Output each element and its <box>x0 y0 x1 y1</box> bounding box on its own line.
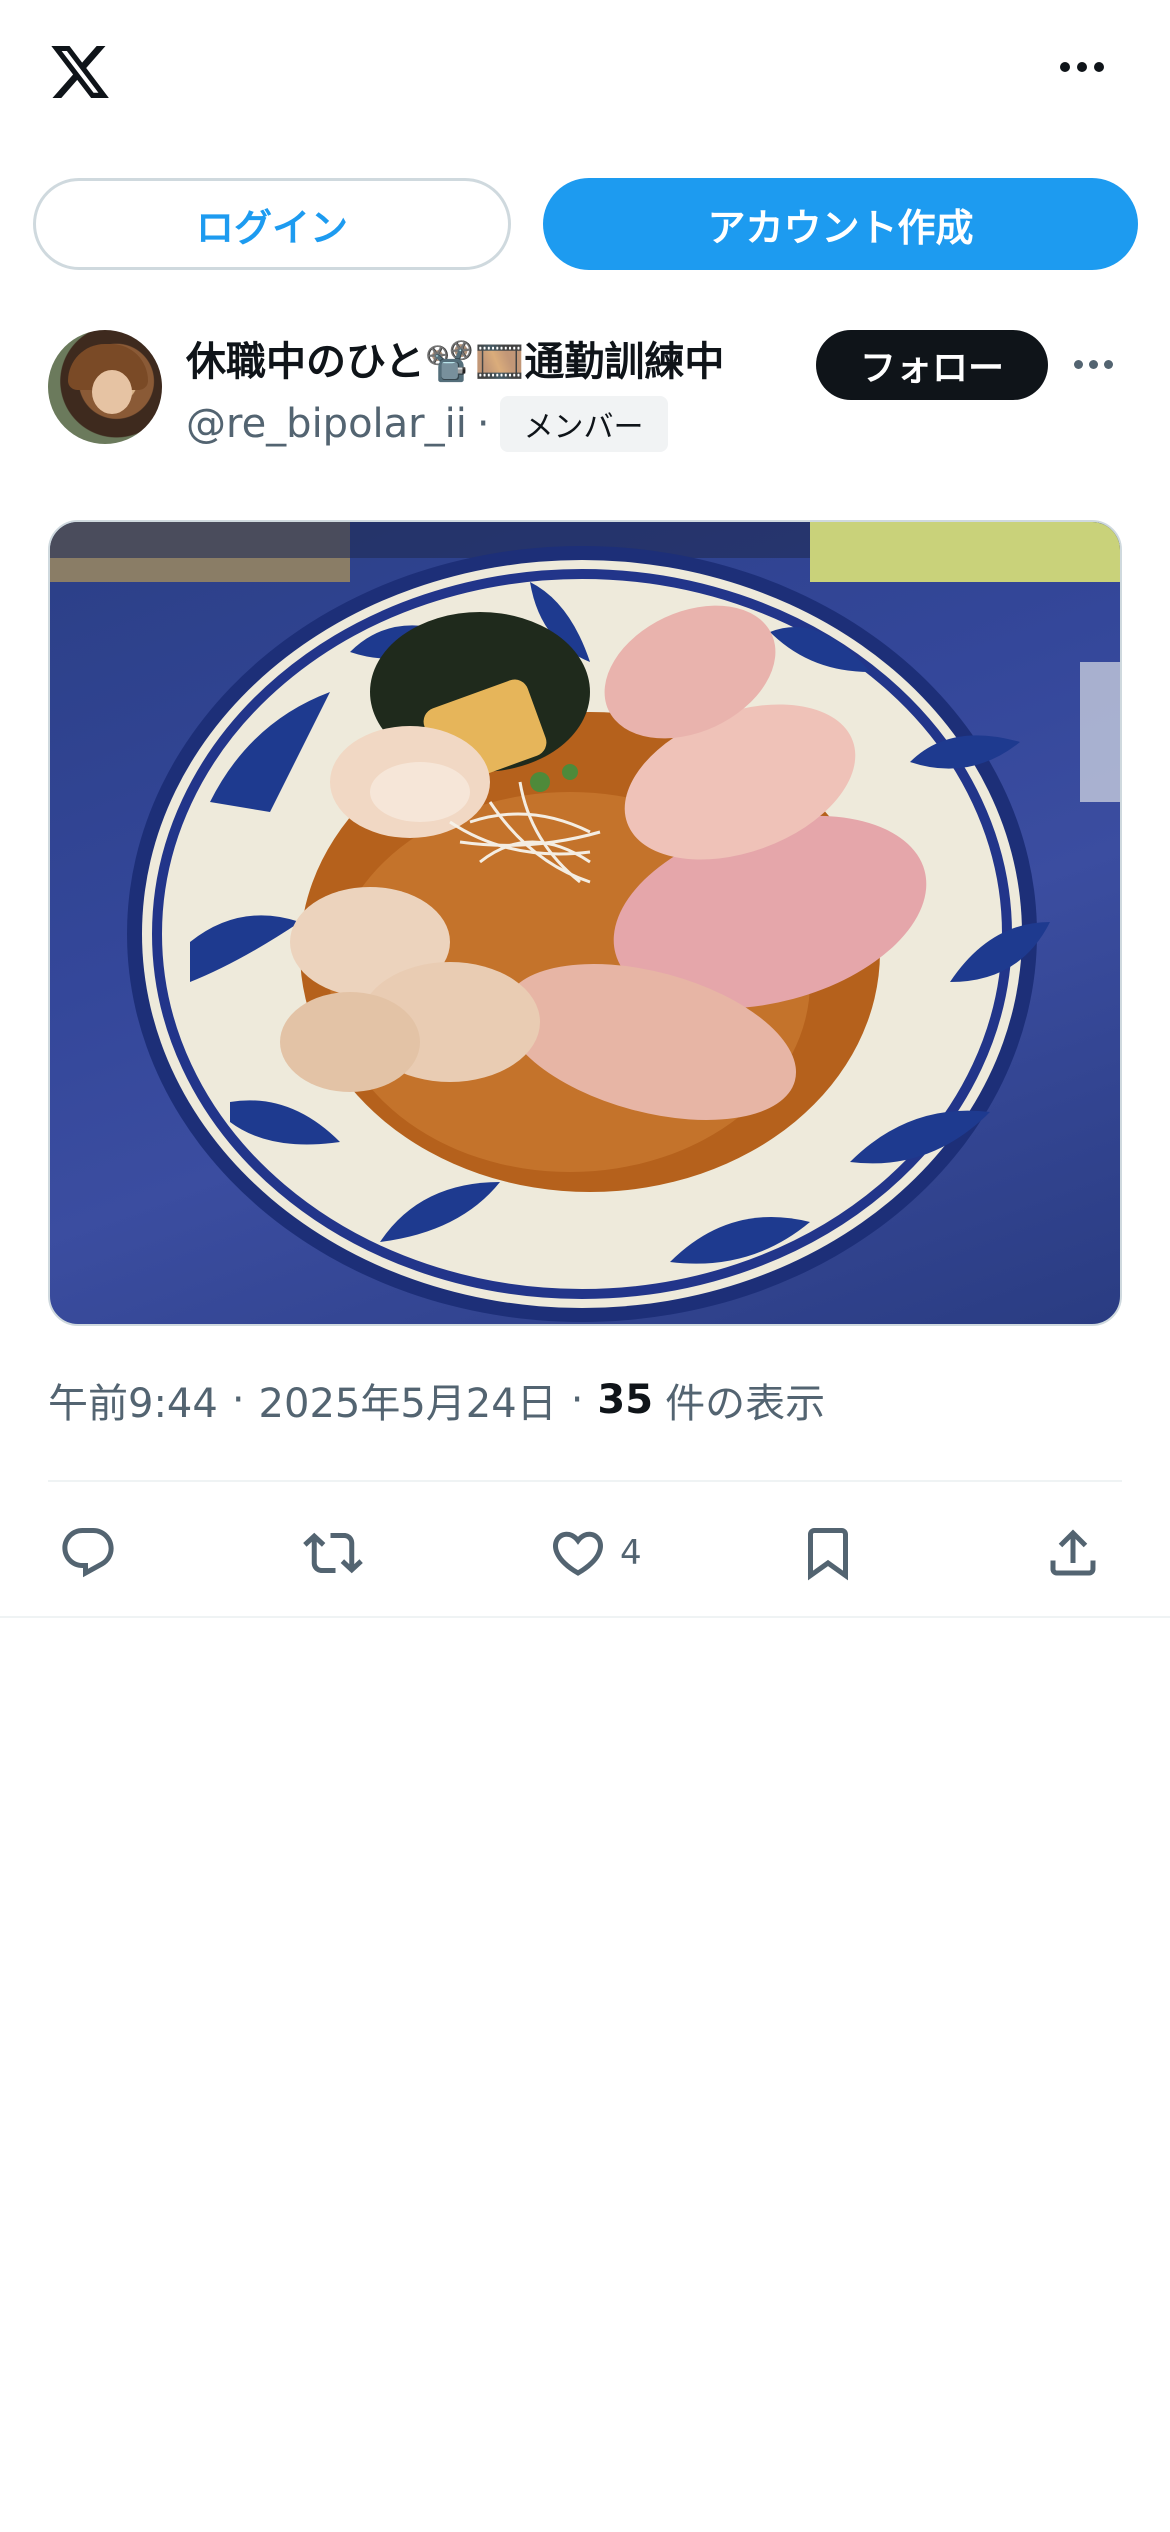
post-actions: 4 <box>48 1510 1122 1596</box>
follow-button[interactable]: フォロー <box>816 330 1048 400</box>
repost-button[interactable] <box>303 1518 363 1588</box>
repost-icon <box>303 1532 363 1574</box>
share-button[interactable] <box>1043 1518 1103 1588</box>
views-label: 件の表示 <box>665 1381 826 1427</box>
reply-icon <box>62 1528 114 1578</box>
create-account-button[interactable]: アカウント作成 <box>543 178 1138 270</box>
post-author: 休職中のひと📽️🎞️通勤訓練中 @re_bipolar_ii · メンバー フォ… <box>48 330 1122 452</box>
separator: · <box>570 1377 584 1423</box>
author-handle[interactable]: @re_bipolar_ii <box>186 401 467 447</box>
author-handle-row: @re_bipolar_ii · メンバー <box>186 394 668 454</box>
separator: · <box>231 1377 245 1423</box>
post-time[interactable]: 午前9:44 <box>48 1371 218 1429</box>
top-bar <box>0 0 1170 150</box>
post-date[interactable]: 2025年5月24日 <box>259 1371 557 1429</box>
x-logo-icon[interactable] <box>46 40 114 104</box>
auth-buttons: ログイン アカウント作成 <box>33 178 1138 270</box>
avatar[interactable] <box>48 330 162 444</box>
post-more-icon[interactable] <box>1074 360 1113 369</box>
separator: · <box>476 401 490 447</box>
like-button[interactable]: 4 <box>548 1518 642 1588</box>
post-meta: 午前9:44 · 2025年5月24日 · 35 件の表示 <box>48 1370 825 1430</box>
post-image[interactable] <box>48 520 1122 1326</box>
share-icon <box>1050 1529 1096 1576</box>
divider <box>48 1480 1122 1482</box>
reply-button[interactable] <box>58 1518 118 1588</box>
views-count: 35 <box>597 1377 654 1423</box>
bookmark-button[interactable] <box>798 1518 858 1588</box>
tweet-page: ログイン アカウント作成 休職中のひと📽️🎞️通勤訓練中 @re_bipolar… <box>0 0 1170 2532</box>
heart-icon <box>552 1531 604 1576</box>
author-display-name[interactable]: 休職中のひと📽️🎞️通勤訓練中 <box>186 334 816 390</box>
like-count: 4 <box>620 1533 642 1573</box>
divider <box>0 1616 1170 1618</box>
ramen-photo <box>50 522 1120 1322</box>
member-badge[interactable]: メンバー <box>499 396 668 452</box>
more-options-icon[interactable] <box>1060 62 1104 72</box>
login-button[interactable]: ログイン <box>33 178 511 270</box>
bookmark-icon <box>808 1528 848 1581</box>
